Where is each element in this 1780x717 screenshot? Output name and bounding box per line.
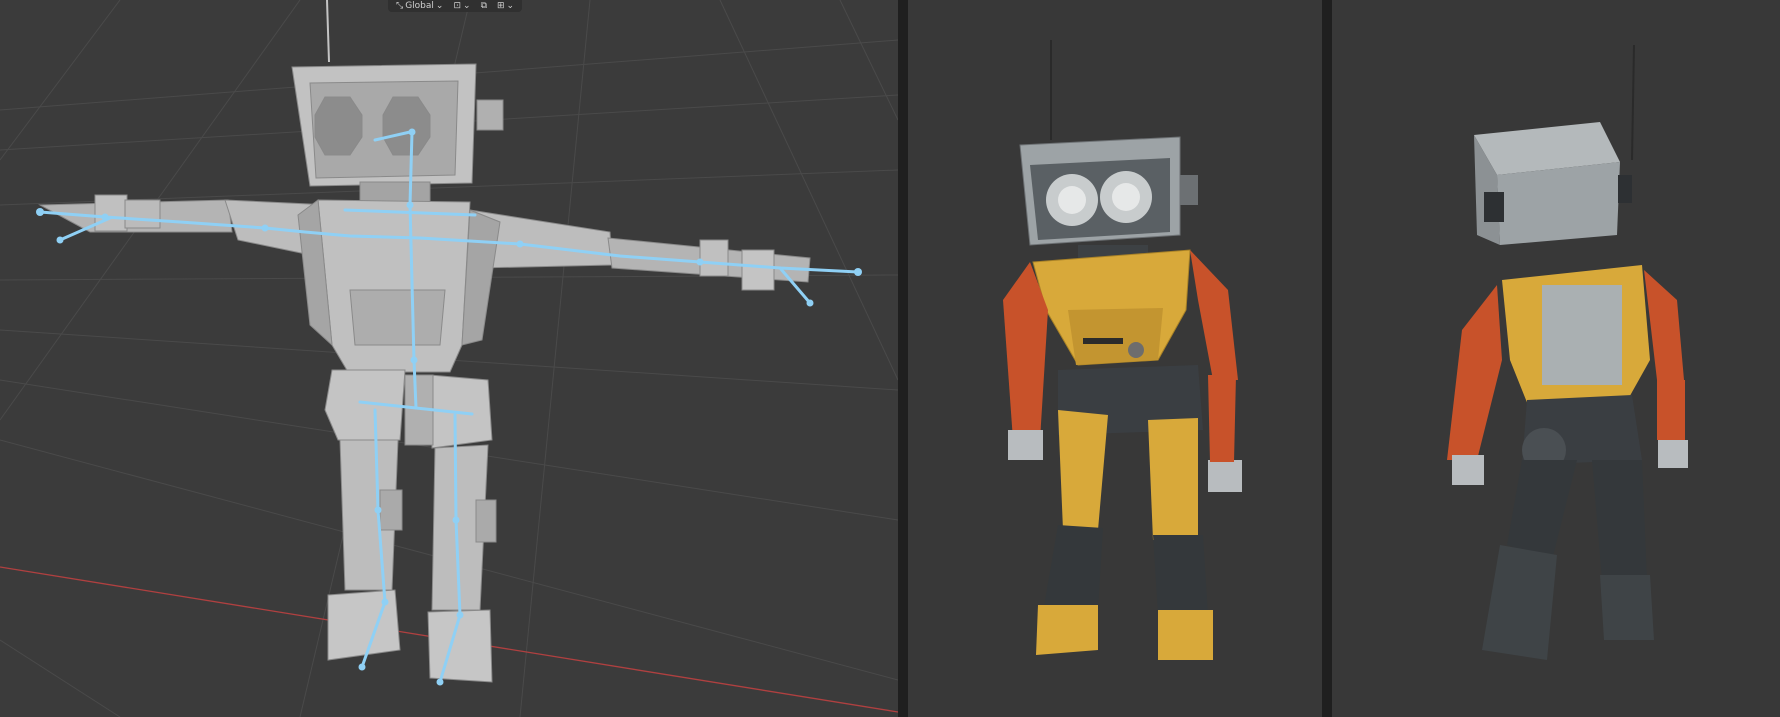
chevron-down-icon: ⌄ bbox=[463, 1, 471, 11]
robot-mesh[interactable] bbox=[38, 63, 811, 683]
proportional-edit-icon: ⊞ bbox=[497, 1, 505, 11]
3d-viewport[interactable]: ⤡ Global ⌄ ⊡ ⌄ ⧉ ⊞ ⌄ bbox=[0, 0, 898, 717]
snap-icon: ⧉ bbox=[480, 1, 487, 11]
robot-render-back bbox=[1447, 44, 1688, 660]
pivot-icon: ⊡ bbox=[453, 1, 462, 11]
render-preview-back bbox=[1332, 0, 1780, 717]
transform-orientation-dropdown[interactable]: ⤡ Global ⌄ bbox=[394, 1, 445, 11]
proportional-edit-button[interactable]: ⊞ ⌄ bbox=[495, 1, 516, 11]
chevron-down-icon: ⌄ bbox=[506, 1, 515, 11]
render-preview-front bbox=[908, 0, 1322, 717]
panel-divider[interactable] bbox=[898, 0, 908, 717]
panel-divider[interactable] bbox=[1322, 0, 1332, 717]
snap-toggle[interactable]: ⧉ bbox=[479, 1, 489, 11]
viewport-canvas[interactable] bbox=[0, 0, 898, 717]
pivot-point-button[interactable]: ⊡ ⌄ bbox=[451, 1, 472, 11]
robot-render-front bbox=[1003, 40, 1242, 660]
antenna bbox=[326, 0, 330, 63]
viewport-header: ⤡ Global ⌄ ⊡ ⌄ ⧉ ⊞ ⌄ bbox=[388, 0, 523, 12]
transform-orientation-label: Global bbox=[405, 1, 434, 11]
chevron-down-icon: ⌄ bbox=[435, 1, 444, 11]
orientation-icon: ⤡ bbox=[396, 1, 404, 11]
